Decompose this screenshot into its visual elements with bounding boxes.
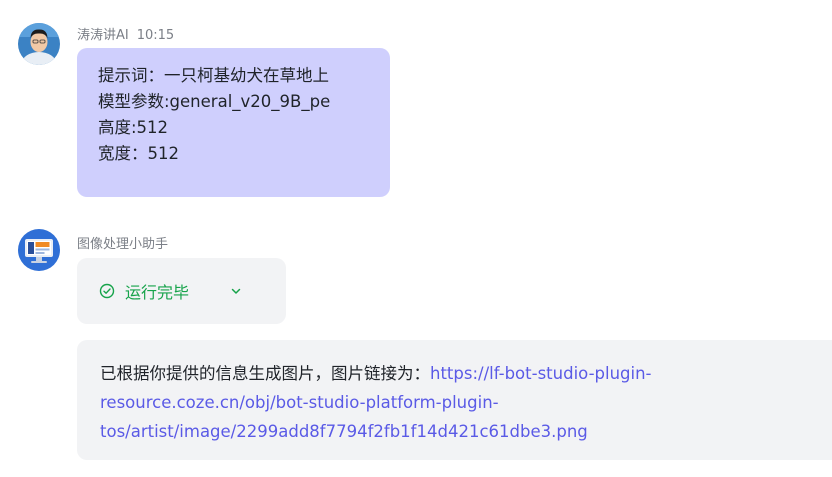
bot-avatar[interactable] (18, 229, 60, 271)
bot-sender-name: 图像处理小助手 (77, 237, 169, 252)
run-status-card[interactable]: 运行完毕 (77, 258, 286, 324)
expand-toggle[interactable] (230, 285, 242, 297)
model-param-line: 模型参数:general_v20_9B_pe (98, 92, 331, 111)
height-line: 高度:512 (98, 118, 169, 137)
width-line: 宽度：512 (98, 144, 179, 163)
message-time: 10:15 (136, 28, 175, 43)
prompt-line: 提示词：一只柯基幼犬在草地上 (98, 66, 329, 85)
user-sender-header: 涛涛讲AI 10:15 (77, 24, 174, 43)
image-link-part-1[interactable]: https://lf-bot-studio-plugin- (430, 364, 652, 383)
image-link-part-2[interactable]: resource.coze.cn/obj/bot-studio-platform… (100, 393, 499, 412)
monitor-avatar-icon (18, 229, 60, 271)
user-message-bubble: 提示词：一只柯基幼犬在草地上 模型参数:general_v20_9B_pe 高度… (77, 48, 390, 197)
check-circle-icon (99, 283, 115, 299)
image-link-part-3[interactable]: tos/artist/image/2299add8f7794f2fb1f14d4… (100, 422, 588, 441)
answer-text: 已根据你提供的信息生成图片，图片链接为： (100, 364, 430, 383)
person-photo-avatar-icon (18, 23, 60, 65)
run-status-text: 运行完毕 (125, 283, 190, 302)
bot-answer-bubble: 已根据你提供的信息生成图片，图片链接为：https://lf-bot-studi… (77, 340, 832, 460)
chevron-down-icon (231, 288, 241, 294)
user-sender-name: 涛涛讲AI (77, 28, 129, 43)
user-avatar[interactable] (18, 23, 60, 65)
